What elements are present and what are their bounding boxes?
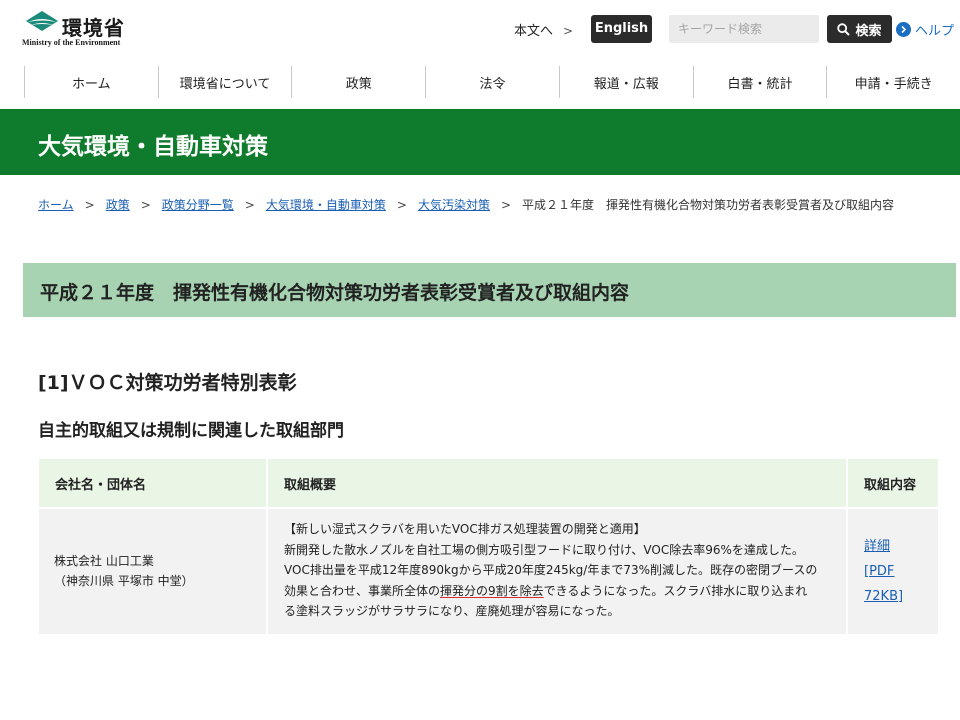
breadcrumb-policy-list[interactable]: 政策分野一覧 [162, 196, 234, 213]
column-header-org: 会社名・団体名 [39, 459, 268, 507]
search-icon [837, 22, 851, 36]
summary-text: できるようになった。スクラバ排水に取り込まれ [543, 583, 808, 598]
nav-item-whitepaper[interactable]: 白書・統計 [692, 66, 827, 98]
summary-line: 新開発した散水ノズルを自社工場の側方吸引型フードに取り付け、VOC除去率96%を… [284, 542, 804, 557]
summary-text: 効果と合わせ、事業所全体の [284, 583, 441, 598]
search-input[interactable] [669, 15, 819, 43]
section-heading: [1]ＶＯＣ対策功労者特別表彰 [38, 372, 297, 394]
logo-title: 環境省 [62, 16, 125, 40]
nav-item-about[interactable]: 環境省について [157, 66, 292, 98]
category-banner: 大気環境・自動車対策 [0, 109, 960, 175]
logo-subtitle: Ministry of the Environment [22, 38, 121, 47]
summary-title: 【新しい湿式スクラバを用いたVOC排ガス処理装置の開発と適用】 [284, 522, 646, 536]
search-button[interactable]: 検索 [827, 15, 892, 43]
pdf-link-size: 72KB] [864, 588, 904, 604]
logo-mark-icon [26, 11, 58, 31]
breadcrumb-current: 平成２１年度 揮発性有機化合物対策功労者表彰受賞者及び取組内容 [522, 198, 895, 212]
help-link[interactable]: ヘルプ [896, 20, 954, 39]
column-header-details: 取組内容 [848, 459, 940, 507]
breadcrumb-separator: > [244, 197, 255, 212]
nav-item-policy[interactable]: 政策 [291, 66, 425, 98]
chevron-right-icon: > [563, 24, 574, 38]
skip-link-label: 本文へ [514, 24, 554, 39]
site-header: 環境省 Ministry of the Environment 本文へ > Eng… [0, 0, 960, 62]
summary-line: 効果と合わせ、事業所全体の揮発分の9割を除去できるようになった。スクラバ排水に取… [284, 581, 832, 602]
summary-line: VOC排出量を平成12年度890kgから平成20年度245kg/年まで73%削減… [284, 563, 818, 577]
breadcrumb-separator: > [396, 197, 407, 212]
summary-line: る塗料スラッジがサラサラになり、産廃処理が容易になった。 [284, 604, 620, 618]
breadcrumb-home[interactable]: ホーム [38, 196, 74, 213]
detail-link[interactable]: 詳細 [864, 534, 938, 559]
summary-highlight: 揮発分の9割を除去 [440, 583, 544, 598]
page-title-box: 平成２１年度 揮発性有機化合物対策功労者表彰受賞者及び取組内容 [23, 263, 956, 317]
breadcrumb-separator: > [84, 197, 95, 212]
table-row: 株式会社 山口工業 （神奈川県 平塚市 中堂） 【新しい湿式スクラバを用いたVO… [39, 507, 940, 634]
skip-to-content-link[interactable]: 本文へ > [514, 20, 573, 39]
breadcrumb-policy[interactable]: 政策 [106, 196, 130, 213]
column-header-summary: 取組概要 [268, 459, 848, 507]
category-title: 大気環境・自動車対策 [38, 134, 268, 160]
site-logo[interactable]: 環境省 Ministry of the Environment [22, 10, 132, 50]
nav-item-law[interactable]: 法令 [425, 66, 559, 98]
chevron-circle-icon [896, 22, 911, 37]
search-button-label: 検索 [855, 23, 882, 39]
breadcrumb: ホーム > 政策 > 政策分野一覧 > 大気環境・自動車対策 > 大気汚染対策 … [38, 196, 894, 213]
summary-cell: 【新しい湿式スクラバを用いたVOC排ガス処理装置の開発と適用】 新開発した散水ノ… [268, 507, 848, 634]
breadcrumb-separator: > [500, 197, 512, 212]
nav-item-home[interactable]: ホーム [24, 66, 158, 98]
english-button[interactable]: English [591, 15, 652, 43]
nav-item-press[interactable]: 報道・広報 [558, 66, 693, 98]
details-cell: 詳細 [PDF 72KB] [848, 507, 940, 634]
global-nav: ホーム 環境省について 政策 法令 報道・広報 白書・統計 申請・手続き [24, 66, 960, 98]
table-header-row: 会社名・団体名 取組概要 取組内容 [39, 459, 940, 507]
subsection-heading: 自主的取組又は規制に関連した取組部門 [38, 421, 344, 441]
org-cell: 株式会社 山口工業 （神奈川県 平塚市 中堂） [39, 507, 268, 634]
awardee-table: 会社名・団体名 取組概要 取組内容 株式会社 山口工業 （神奈川県 平塚市 中堂… [39, 459, 940, 634]
nav-item-application[interactable]: 申請・手続き [826, 66, 960, 98]
pdf-link-label: [PDF [864, 563, 895, 579]
pdf-link[interactable]: [PDF 72KB] [864, 559, 938, 609]
help-label: ヘルプ [915, 24, 955, 39]
page-title: 平成２１年度 揮発性有機化合物対策功労者表彰受賞者及び取組内容 [40, 282, 630, 304]
org-name: 株式会社 山口工業 [54, 554, 154, 569]
breadcrumb-separator: > [140, 197, 151, 212]
breadcrumb-air-environment[interactable]: 大気環境・自動車対策 [266, 196, 386, 213]
org-location: （神奈川県 平塚市 中堂） [54, 574, 194, 589]
breadcrumb-air-pollution[interactable]: 大気汚染対策 [418, 196, 490, 213]
